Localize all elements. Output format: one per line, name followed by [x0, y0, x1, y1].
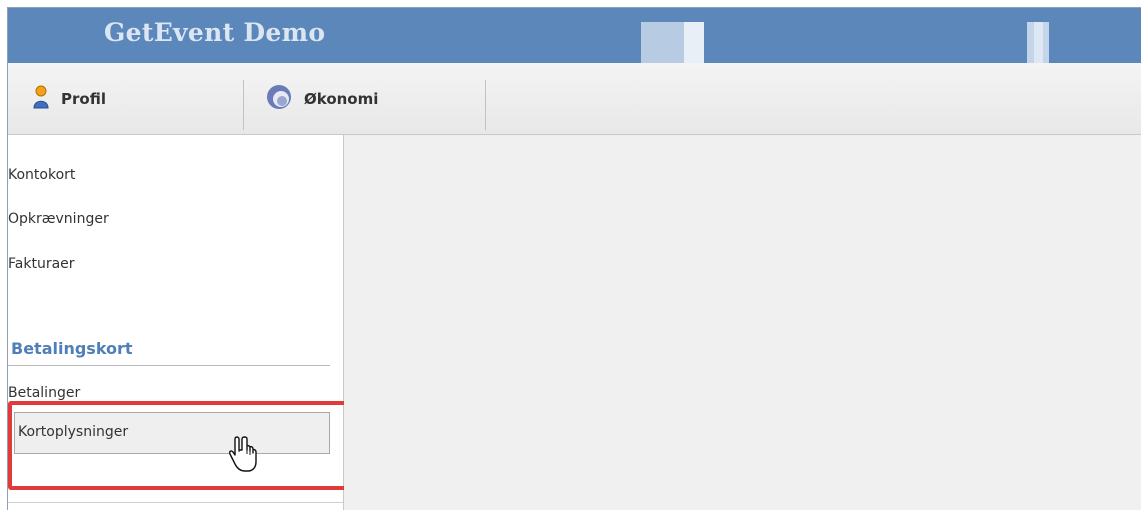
- app-window: GetEvent Demo Profil Økonomi Kontokort O…: [7, 7, 1141, 510]
- tab-okonomi[interactable]: Økonomi: [266, 63, 378, 134]
- highlight-frame: [8, 401, 351, 490]
- tab-profil-label: Profil: [61, 89, 106, 108]
- section-heading-betalingskort: Betalingskort: [11, 339, 133, 358]
- sidebar-item-opkraevninger[interactable]: Opkrævninger: [8, 211, 109, 227]
- main-content-area: [344, 135, 1141, 510]
- sidebar-item-kontokort[interactable]: Kontokort: [8, 167, 75, 183]
- tab-profil[interactable]: Profil: [33, 63, 106, 134]
- header-decoration: [1034, 22, 1043, 63]
- app-title: GetEvent Demo: [104, 18, 326, 47]
- sidebar-item-fakturaer[interactable]: Fakturaer: [8, 256, 75, 272]
- sidebar-bottom-divider: [8, 502, 343, 510]
- title-bar: GetEvent Demo: [8, 8, 1141, 63]
- toolbar-separator: [243, 80, 244, 130]
- section-divider: [8, 365, 330, 366]
- header-decoration: [684, 22, 704, 63]
- hand-cursor-icon: [228, 435, 258, 479]
- toolbar-separator: [485, 80, 486, 130]
- main-toolbar: Profil Økonomi: [8, 63, 1141, 135]
- tab-okonomi-label: Økonomi: [304, 89, 379, 108]
- sidebar-item-betalinger[interactable]: Betalinger: [8, 385, 80, 401]
- user-icon: [33, 85, 49, 113]
- economy-icon: [266, 84, 292, 114]
- sidebar: Kontokort Opkrævninger Fakturaer Betalin…: [8, 135, 351, 510]
